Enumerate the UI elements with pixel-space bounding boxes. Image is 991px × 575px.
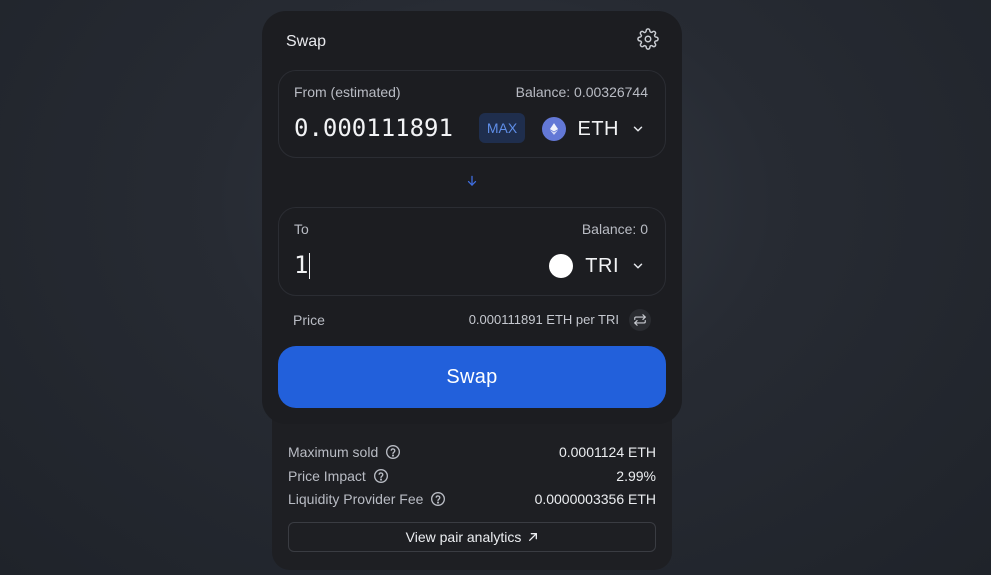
max-button[interactable]: MAX xyxy=(479,113,525,143)
price-impact-value: 2.99% xyxy=(616,468,656,484)
swap-button[interactable]: Swap xyxy=(278,346,666,408)
chevron-down-icon xyxy=(633,126,643,132)
question-icon[interactable] xyxy=(430,491,446,507)
to-amount-input[interactable]: 1 xyxy=(294,251,464,279)
analytics-label: View pair analytics xyxy=(405,529,522,545)
to-amount-value: 1 xyxy=(294,251,309,279)
trade-details: Maximum sold 0.0001124 ETH Price Impact … xyxy=(272,404,672,570)
price-label: Price xyxy=(293,312,325,328)
lp-fee-label: Liquidity Provider Fee xyxy=(288,491,424,507)
question-icon[interactable] xyxy=(385,444,401,460)
maximum-sold-value: 0.0001124 ETH xyxy=(558,444,656,460)
to-panel: To Balance: 0 1 TRI xyxy=(278,207,666,296)
swap-arrows-icon[interactable] xyxy=(629,309,651,331)
to-token-symbol: TRI xyxy=(585,254,619,277)
price-impact-label: Price Impact xyxy=(288,468,366,484)
detail-row-lp-fee: Liquidity Provider Fee 0.0000003356 ETH xyxy=(288,490,656,508)
swap-title: Swap xyxy=(286,33,327,50)
maximum-sold-label: Maximum sold xyxy=(288,444,379,460)
detail-row-price-impact: Price Impact 2.99% xyxy=(288,467,656,485)
to-balance: Balance: 0 xyxy=(581,221,648,237)
from-amount-input[interactable]: 0.000111891 xyxy=(294,114,464,142)
ethereum-icon xyxy=(541,117,566,141)
lp-fee-value: 0.0000003356 ETH xyxy=(534,491,656,507)
text-caret xyxy=(309,253,311,279)
to-token-select[interactable]: TRI xyxy=(549,251,645,281)
gear-icon[interactable] xyxy=(637,28,659,50)
swap-card: Swap From (estimated) Balance: 0.0032674… xyxy=(262,11,682,424)
view-pair-analytics-button[interactable]: View pair analytics xyxy=(288,522,656,552)
chevron-down-icon xyxy=(633,263,643,269)
detail-row-maximum-sold: Maximum sold 0.0001124 ETH xyxy=(288,443,656,461)
from-balance: Balance: 0.00326744 xyxy=(515,84,648,100)
from-token-select[interactable]: ETH xyxy=(541,114,646,144)
question-icon[interactable] xyxy=(373,468,389,484)
external-link-icon xyxy=(529,533,538,541)
from-label: From (estimated) xyxy=(294,84,401,100)
price-row: Price 0.000111891 ETH per TRI xyxy=(293,309,651,331)
from-token-symbol: ETH xyxy=(577,117,619,140)
arrow-down-icon[interactable] xyxy=(465,174,479,188)
price-value: 0.000111891 ETH per TRI xyxy=(468,312,619,327)
from-panel: From (estimated) Balance: 0.00326744 0.0… xyxy=(278,70,666,158)
tri-token-icon xyxy=(549,254,574,278)
to-label: To xyxy=(294,221,309,237)
